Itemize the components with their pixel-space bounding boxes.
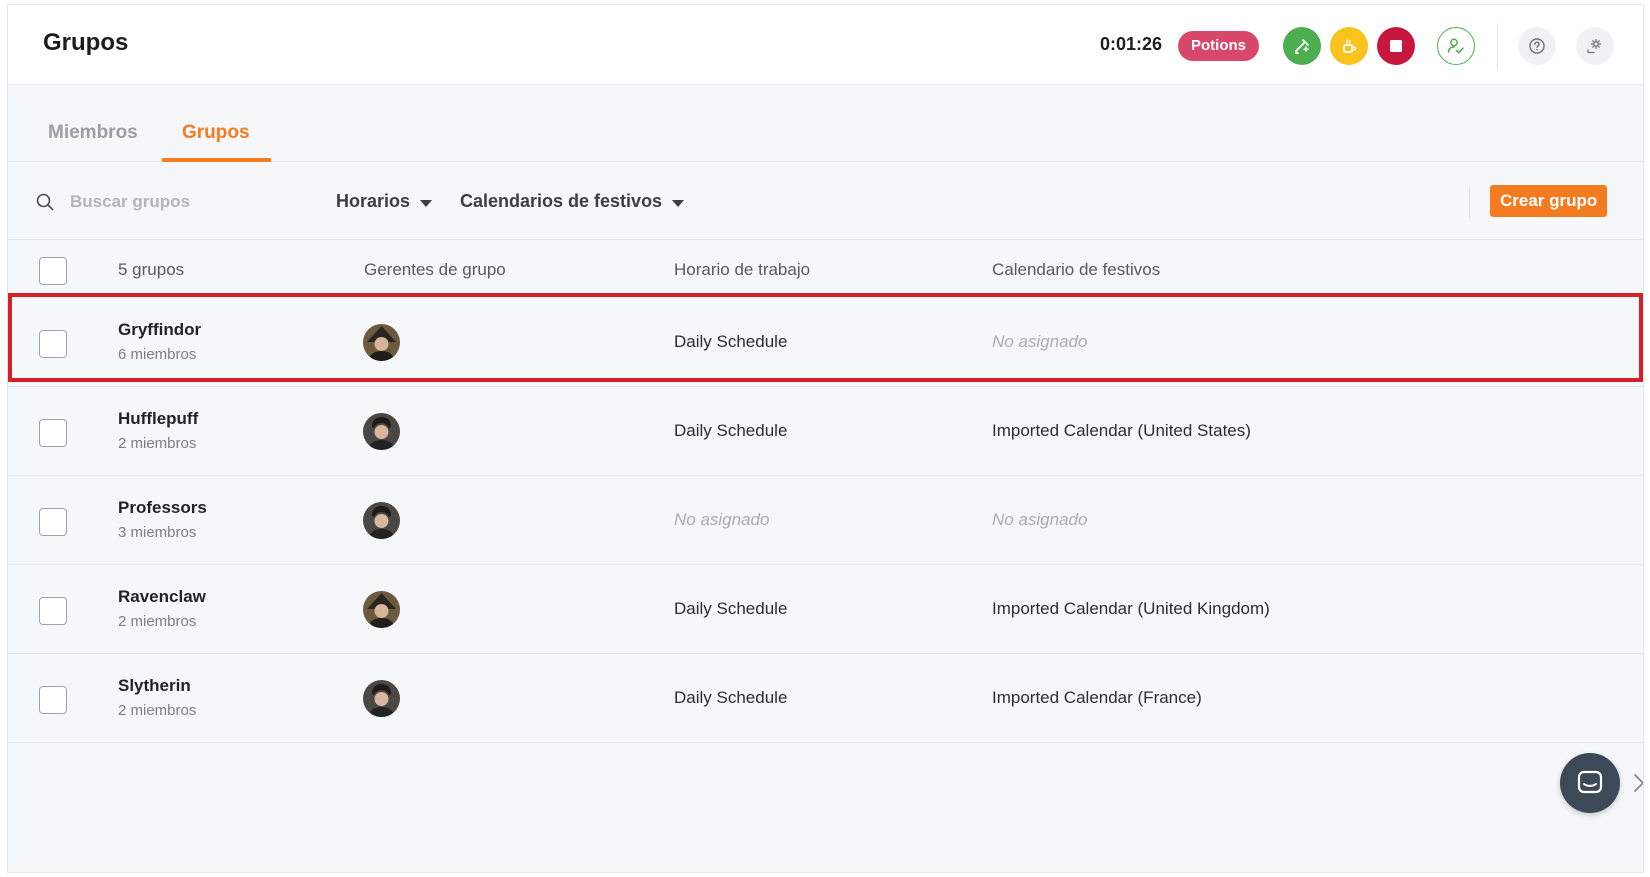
holiday-cell: Imported Calendar (United States) [992,421,1251,440]
chat-launcher-button[interactable] [1560,753,1620,813]
table-row[interactable]: Ravenclaw 2 miembros Daily Schedule Impo… [8,565,1643,654]
group-name[interactable]: Gryffindor [118,320,201,340]
chevron-right-icon[interactable] [1633,773,1644,793]
create-group-button[interactable]: Crear grupo [1490,185,1608,217]
table-row[interactable]: Professors 3 miembros No asignado No asi… [8,476,1643,565]
holiday-header: Calendario de festivos [992,260,1161,279]
group-name[interactable]: Slytherin [118,676,191,696]
toolbar-divider [1469,186,1470,218]
group-name[interactable]: Professors [118,498,207,518]
stop-button[interactable] [1377,27,1415,65]
avatar[interactable] [363,324,400,361]
row-checkbox[interactable] [39,419,67,447]
holiday-cell: Imported Calendar (France) [992,688,1202,707]
active-tab-indicator [162,158,271,162]
break-button[interactable] [1330,27,1368,65]
row-checkbox[interactable] [39,508,67,536]
tab-grupos[interactable]: Grupos [182,122,250,144]
project-badge[interactable]: Potions [1178,31,1259,61]
holiday-cell: No asignado [992,332,1088,351]
holidays-filter-dropdown[interactable]: Calendarios de festivos [460,191,685,212]
user-check-icon [1447,38,1464,54]
row-checkbox[interactable] [39,686,67,714]
member-count: 6 miembros [118,346,197,363]
select-all-checkbox[interactable] [39,257,67,285]
row-checkbox[interactable] [39,330,67,358]
managers-header: Gerentes de grupo [364,260,506,279]
manager-avatar-icon [363,680,400,717]
table-row[interactable]: Gryffindor 6 miembros Daily Schedule No … [8,298,1643,387]
stop-icon [1390,40,1402,52]
schedule-header: Horario de trabajo [674,260,811,279]
table-row[interactable]: Hufflepuff 2 miembros Daily Schedule Imp… [8,387,1643,476]
table-header: 5 grupos Gerentes de grupo Horario de tr… [8,241,1643,298]
avatar[interactable] [363,680,400,717]
holiday-cell: Imported Calendar (United Kingdom) [992,599,1270,618]
tab-miembros[interactable]: Miembros [48,122,138,144]
schedules-filter-dropdown[interactable]: Horarios [336,191,433,212]
caret-down-icon [672,199,685,207]
member-count: 2 miembros [118,613,197,630]
holidays-filter-label: Calendarios de festivos [460,191,663,211]
avatar[interactable] [363,591,400,628]
group-name[interactable]: Hufflepuff [118,409,198,429]
avatar[interactable] [363,413,400,450]
break-icon [1343,39,1357,53]
member-count: 3 miembros [118,524,197,541]
top-bar: Grupos 0:01:26 Potions [8,5,1643,85]
schedule-cell: Daily Schedule [674,688,788,707]
schedule-cell: Daily Schedule [674,421,788,440]
manager-avatar-icon [363,502,400,539]
avatar[interactable] [363,502,400,539]
page-title: Grupos [43,29,129,56]
toolbar: Horarios Calendarios de festivos Crear g… [8,163,1643,240]
app-frame: Grupos 0:01:26 Potions Miembros Grupos B… [7,4,1644,873]
member-count: 2 miembros [118,702,197,719]
holiday-cell: No asignado [992,510,1088,529]
settings-icon [1587,38,1602,54]
schedule-cell: No asignado [674,510,770,529]
table-row[interactable]: Slytherin 2 miembros Daily Schedule Impo… [8,654,1643,743]
timer-display: 0:01:26 [1100,34,1163,54]
header-divider [1497,23,1498,69]
manager-avatar-icon [363,413,400,450]
group-count-header: 5 grupos [118,260,185,279]
member-count: 2 miembros [118,435,197,452]
chat-icon [1577,770,1603,794]
edit-entry-icon [1295,39,1309,54]
caret-down-icon [420,199,433,207]
schedule-cell: Daily Schedule [674,599,788,618]
user-status-button[interactable] [1437,27,1475,65]
help-icon [1529,38,1545,54]
group-name[interactable]: Ravenclaw [118,587,206,607]
schedule-cell: Daily Schedule [674,332,788,351]
manager-avatar-icon [363,324,400,361]
search-icon [36,193,54,211]
schedules-filter-label: Horarios [336,191,411,211]
help-button[interactable] [1518,27,1556,65]
search-input[interactable] [70,189,290,215]
row-checkbox[interactable] [39,597,67,625]
manager-avatar-icon [363,591,400,628]
tab-bar: Miembros Grupos [8,86,1643,162]
edit-entry-button[interactable] [1283,27,1321,65]
settings-button[interactable] [1576,27,1614,65]
